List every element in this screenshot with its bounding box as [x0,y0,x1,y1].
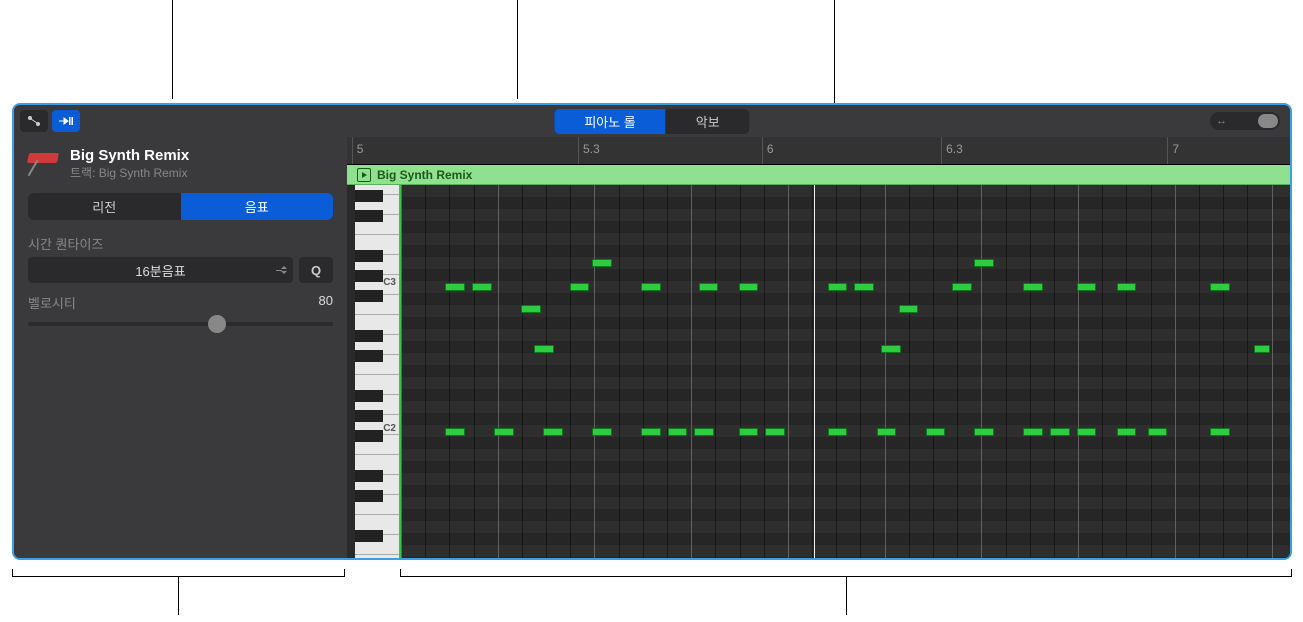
quantize-apply-button[interactable]: Q [299,257,333,283]
midi-note[interactable] [828,283,848,291]
midi-note[interactable] [828,428,848,436]
ruler-tick: 6 [762,137,774,164]
play-icon [357,168,371,182]
time-quantize-value: 16분음표 [135,261,185,280]
midi-note[interactable] [699,283,719,291]
midi-note[interactable] [765,428,785,436]
midi-note[interactable] [592,259,612,267]
segment-notes[interactable]: 음표 [181,193,334,220]
midi-note[interactable] [899,305,919,313]
piano-keyboard[interactable]: C3 C2 [347,185,401,558]
midi-note[interactable] [1210,428,1230,436]
key-label-c2: C2 [383,423,396,434]
midi-note[interactable] [881,345,901,353]
midi-note[interactable] [1023,428,1043,436]
timeline-ruler[interactable]: 5 5.3 6 6.3 7 [347,137,1290,165]
segment-region[interactable]: 리전 [28,193,181,220]
midi-note[interactable] [494,428,514,436]
callout-line [846,577,847,615]
region-header-name: Big Synth Remix [377,168,472,182]
view-switch: 피아노 롤 악보 [554,109,749,134]
region-title: Big Synth Remix [70,147,189,164]
piano-roll-area: 5 5.3 6 6.3 7 Big Synth Remix C3 C2 [347,137,1290,558]
midi-note[interactable] [543,428,563,436]
callout-line [172,0,173,99]
piano-roll-editor: 피아노 롤 악보 Big Synth Remix 트랙: Big Synth R… [12,103,1292,560]
midi-note[interactable] [641,283,661,291]
midi-note[interactable] [472,283,492,291]
horizontal-auto-zoom-toggle[interactable] [1210,112,1280,130]
midi-note[interactable] [739,283,759,291]
midi-note[interactable] [521,305,541,313]
midi-note[interactable] [974,428,994,436]
midi-note[interactable] [974,259,994,267]
view-score-tab[interactable]: 악보 [666,109,750,134]
key-label-c3: C3 [383,277,396,288]
time-quantize-label: 시간 퀀타이즈 [28,234,333,253]
midi-note[interactable] [1117,428,1137,436]
midi-note[interactable] [445,428,465,436]
midi-note[interactable] [1210,283,1230,291]
midi-note[interactable] [445,283,465,291]
midi-note[interactable] [641,428,661,436]
track-subtitle: 트랙: Big Synth Remix [70,164,189,181]
midi-note[interactable] [1117,283,1137,291]
callout-line [178,577,179,615]
editor-toolbar: 피아노 롤 악보 [14,105,1290,137]
catch-playhead-button[interactable] [20,110,48,132]
region-header[interactable]: Big Synth Remix [347,165,1290,185]
velocity-slider[interactable] [28,322,333,326]
ruler-tick: 5.3 [578,137,600,164]
midi-note[interactable] [739,428,759,436]
midi-note[interactable] [1077,428,1097,436]
midi-note[interactable] [1050,428,1070,436]
midi-note[interactable] [854,283,874,291]
ruler-tick: 6.3 [941,137,963,164]
midi-note[interactable] [952,283,972,291]
midi-note[interactable] [570,283,590,291]
callout-line [517,0,518,99]
time-quantize-select[interactable]: 16분음표 [28,257,293,283]
midi-note[interactable] [592,428,612,436]
midi-note[interactable] [926,428,946,436]
midi-note[interactable] [1023,283,1043,291]
midi-note[interactable] [534,345,554,353]
midi-note[interactable] [1077,283,1097,291]
note-grid[interactable] [401,185,1290,558]
midi-note[interactable] [694,428,714,436]
midi-note[interactable] [1148,428,1168,436]
midi-note[interactable] [877,428,897,436]
velocity-label: 벨로시티 [28,293,76,312]
callout-bracket [12,569,345,577]
midi-note[interactable] [668,428,688,436]
view-piano-roll-tab[interactable]: 피아노 롤 [554,109,665,134]
midi-note[interactable] [1254,345,1270,353]
inspector-mode-segment: 리전 음표 [28,193,333,220]
instrument-icon [28,151,60,177]
playhead[interactable] [814,185,815,558]
callout-bracket [400,569,1292,577]
ruler-tick: 7 [1167,137,1179,164]
midi-in-button[interactable] [52,110,80,132]
velocity-value: 80 [319,293,333,312]
inspector-panel: Big Synth Remix 트랙: Big Synth Remix 리전 음… [14,137,347,558]
ruler-tick: 5 [352,137,364,164]
